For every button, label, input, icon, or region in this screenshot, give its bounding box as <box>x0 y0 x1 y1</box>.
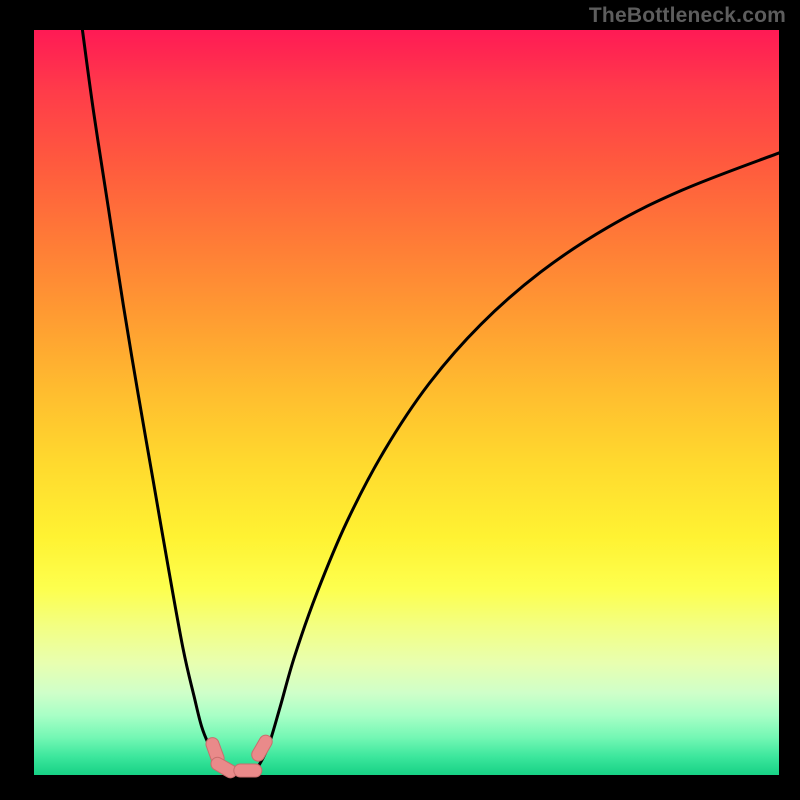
valley-marker <box>249 733 274 764</box>
chart-curves <box>0 0 800 800</box>
chart-stage: { "watermark": "TheBottleneck.com", "plo… <box>0 0 800 800</box>
curve-left-curve <box>82 30 227 771</box>
curve-right-curve <box>254 153 779 771</box>
valley-marker <box>234 764 262 777</box>
